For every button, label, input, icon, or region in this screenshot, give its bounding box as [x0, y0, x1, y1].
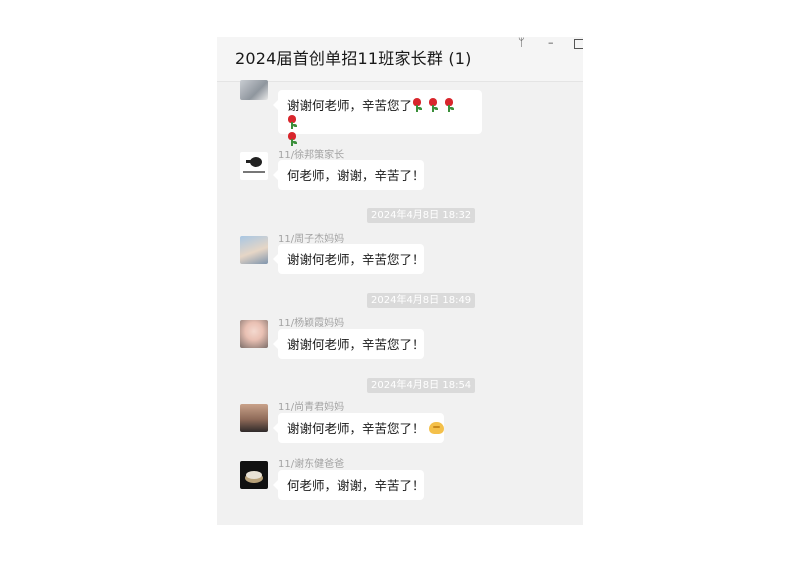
sender-name: 11/尚青君妈妈 [278, 402, 345, 413]
timestamp: 2024年4月8日 18:32 [367, 208, 476, 223]
message-text: 何老师，谢谢，辛苦了！ [287, 478, 425, 493]
sender-name: 11/周子杰妈妈 [278, 234, 345, 245]
rose-icon [444, 98, 455, 112]
pin-icon[interactable]: ᛘ [518, 37, 525, 49]
message-bubble[interactable]: 谢谢何老师，辛苦您了！ [273, 244, 425, 274]
handshake-icon [428, 422, 444, 434]
message-text: 谢谢何老师，辛苦您了！ [287, 421, 425, 436]
avatar[interactable] [240, 152, 268, 180]
avatar[interactable] [240, 461, 268, 489]
minimize-button[interactable]: – [548, 37, 554, 49]
rose-icon [428, 98, 439, 112]
avatar[interactable] [240, 236, 268, 264]
sender-name: 11/徐邦策家长 [278, 150, 345, 161]
message-text: 谢谢何老师，辛苦您了 [287, 98, 413, 113]
message-bubble[interactable]: 何老师，谢谢，辛苦了！ [273, 470, 425, 500]
avatar[interactable] [240, 320, 268, 348]
message-bubble[interactable]: 谢谢何老师，辛苦您了 [273, 90, 482, 146]
sender-name: 11/杨颖霞妈妈 [278, 318, 345, 329]
message-bubble[interactable]: 谢谢何老师，辛苦您了！ [273, 413, 444, 443]
message-bubble[interactable]: 谢谢何老师，辛苦您了！ [273, 329, 425, 359]
rose-icon [412, 98, 423, 112]
message-text: 何老师，谢谢，辛苦了！ [287, 168, 425, 183]
message-text: 谢谢何老师，辛苦您了！ [287, 252, 425, 267]
timestamp: 2024年4月8日 18:49 [367, 293, 476, 308]
chat-window: 2024届首创单招11班家长群 (1) ᛘ – 谢谢何老师，辛苦您了 11/徐邦… [217, 37, 583, 525]
timestamp: 2024年4月8日 18:54 [367, 378, 476, 393]
maximize-button[interactable] [574, 39, 583, 49]
rose-icon [287, 115, 297, 129]
chat-header: 2024届首创单招11班家长群 (1) ᛘ – [217, 37, 583, 82]
avatar[interactable] [240, 404, 268, 432]
sender-name: 11/谢东健爸爸 [278, 459, 345, 470]
message-list[interactable]: 谢谢何老师，辛苦您了 11/徐邦策家长 何老师，谢谢，辛苦了！ 2024年4月8… [217, 80, 583, 525]
message-text: 谢谢何老师，辛苦您了！ [287, 337, 425, 352]
message-bubble[interactable]: 何老师，谢谢，辛苦了！ [273, 160, 425, 190]
chat-title: 2024届首创单招11班家长群 (1) [235, 49, 472, 68]
avatar[interactable] [240, 80, 268, 100]
rose-icon [287, 132, 297, 146]
